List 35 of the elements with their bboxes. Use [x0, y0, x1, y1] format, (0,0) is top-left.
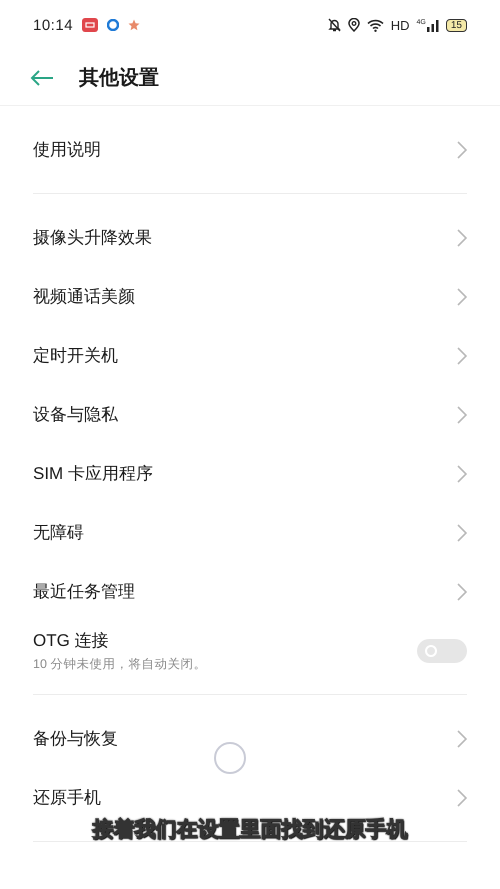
setting-label: OTG 连接 [33, 630, 110, 652]
settings-item[interactable]: 备份与恢复 [0, 709, 500, 768]
chevron-icon [457, 406, 467, 424]
settings-item[interactable]: 摄像头升降效果 [0, 208, 500, 267]
wifi-icon [366, 18, 384, 32]
chevron-icon [457, 346, 467, 364]
chevron-icon [457, 730, 467, 748]
toggle-switch[interactable] [417, 638, 467, 662]
chevron-icon [457, 464, 467, 482]
signal-icon [426, 18, 439, 32]
video-icon [82, 18, 98, 32]
chevron-icon [457, 140, 467, 158]
page-title: 其他设置 [79, 66, 159, 91]
settings-item[interactable]: 使用说明 [0, 120, 500, 179]
chevron-icon [457, 228, 467, 246]
location-icon [348, 18, 360, 32]
settings-item[interactable]: 设备与隐私 [0, 385, 500, 444]
battery-level: 15 [446, 18, 467, 32]
back-button[interactable] [30, 70, 54, 86]
video-subtitle: 接着我们在设置里面找到还原手机 [92, 816, 408, 843]
setting-description: 10 分钟未使用，将自动关闭。 [33, 656, 208, 672]
clock: 10:14 [33, 16, 74, 34]
network-label: HD [390, 18, 410, 32]
settings-item[interactable]: 最近任务管理 [0, 562, 500, 621]
bell-off-icon [328, 18, 341, 32]
chevron-icon [457, 524, 467, 542]
settings-item[interactable]: 无障碍 [0, 503, 500, 562]
settings-item[interactable]: 视频通话美颜 [0, 267, 500, 326]
chevron-icon [457, 582, 467, 600]
chevron-icon [457, 788, 467, 806]
touch-indicator-icon [214, 742, 246, 774]
star-icon [128, 19, 140, 31]
settings-item[interactable]: SIM 卡应用程序 [0, 444, 500, 503]
chevron-icon [457, 288, 467, 306]
settings-item[interactable]: 定时开关机 [0, 326, 500, 385]
